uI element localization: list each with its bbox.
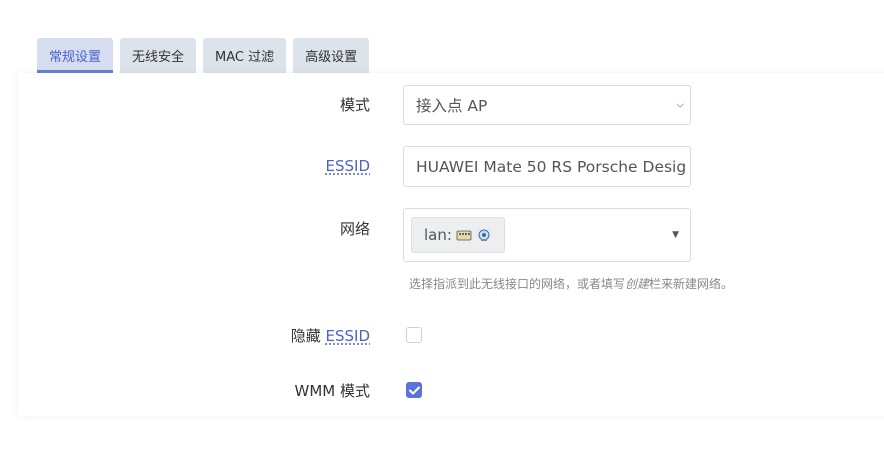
mode-select[interactable]: 接入点 AP ⌵ <box>403 85 691 125</box>
wmm-mode-label: WMM 模式 <box>294 382 370 400</box>
tab-bar: 常规设置 无线安全 MAC 过滤 高级设置 <box>37 38 370 73</box>
tab-advanced[interactable]: 高级设置 <box>293 38 370 73</box>
chevron-down-icon: ⌵ <box>676 99 684 111</box>
mode-label: 模式 <box>339 96 370 114</box>
network-chip-label: lan: <box>424 226 452 244</box>
caret-down-icon: ▼ <box>672 230 679 240</box>
mode-select-value: 接入点 AP <box>416 97 488 115</box>
hide-essid-label-link[interactable]: ESSID <box>326 327 371 345</box>
tab-mac-filter[interactable]: MAC 过滤 <box>203 38 287 73</box>
essid-input-value: HUAWEI Mate 50 RS Porsche Desig <box>416 157 687 176</box>
network-hint-prefix: 选择指派到此无线接口的网络，或者填写 <box>409 277 626 291</box>
network-hint-emphasis: 创建 <box>625 277 650 291</box>
hide-essid-label-prefix: 隐藏 <box>290 327 321 345</box>
wifi-icon <box>478 229 490 241</box>
essid-label[interactable]: ESSID <box>170 157 371 175</box>
network-chip[interactable]: lan: <box>411 217 505 253</box>
tab-general[interactable]: 常规设置 <box>37 38 114 73</box>
checkmark-icon <box>408 386 420 394</box>
ethernet-port-icon <box>456 230 472 240</box>
tab-wireless-security[interactable]: 无线安全 <box>120 38 197 73</box>
hide-essid-checkbox[interactable] <box>406 327 422 343</box>
network-label: 网络 <box>339 220 370 238</box>
network-hint-suffix: 栏来新建网络。 <box>649 277 734 291</box>
essid-input[interactable]: HUAWEI Mate 50 RS Porsche Desig <box>403 146 691 187</box>
settings-panel: 模式 接入点 AP ⌵ ESSID HUAWEI Mate 50 RS Pors… <box>18 73 884 416</box>
hide-essid-label: 隐藏 ESSID <box>170 325 370 346</box>
wmm-mode-checkbox[interactable] <box>406 382 422 398</box>
network-select[interactable]: lan: ▼ <box>403 208 691 262</box>
network-hint: 选择指派到此无线接口的网络，或者填写创建栏来新建网络。 <box>409 275 733 292</box>
